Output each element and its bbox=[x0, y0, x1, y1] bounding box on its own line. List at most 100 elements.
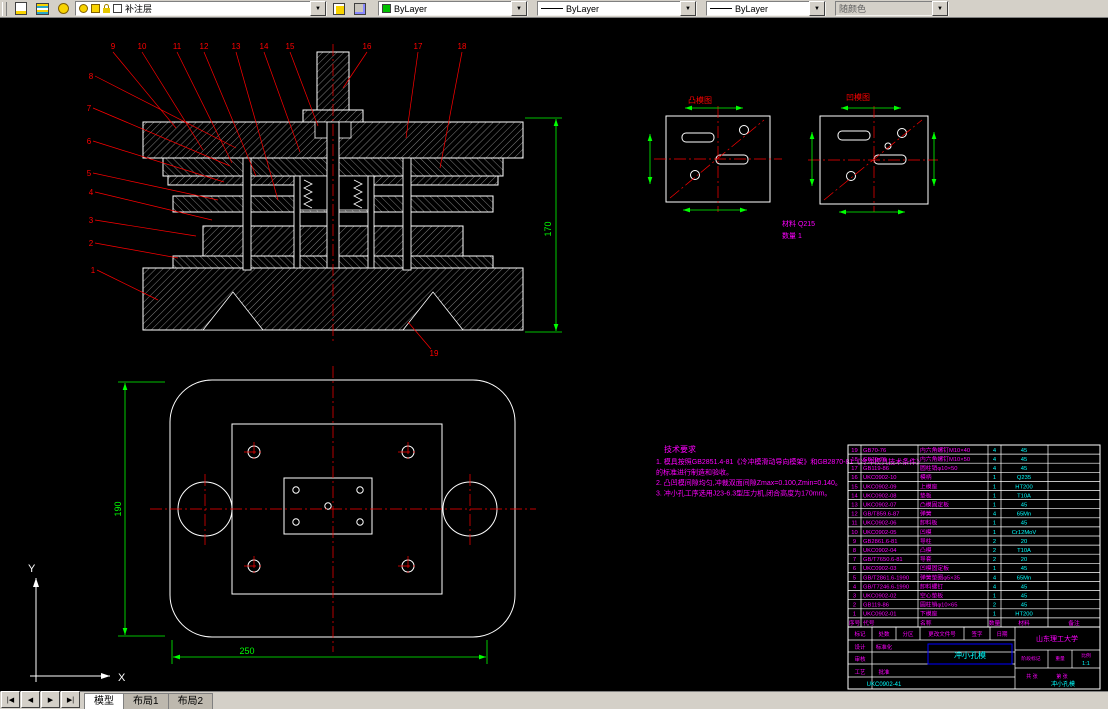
bom-cell: 1 bbox=[993, 594, 996, 600]
bom-cell: 20 bbox=[1021, 557, 1027, 563]
bom-cell: GB119-86 bbox=[863, 466, 889, 472]
layer-sun-button[interactable] bbox=[54, 1, 72, 16]
bom-cell: GB2861.6-81 bbox=[863, 539, 897, 545]
bom-cell: 凹模固定板 bbox=[920, 564, 949, 572]
tb-label: 签字 bbox=[971, 630, 983, 638]
bom-cell: 16 bbox=[851, 475, 857, 481]
ucs-y-label: Y bbox=[28, 563, 36, 575]
bom-cell: 2 bbox=[993, 603, 996, 609]
tab-布局1[interactable]: 布局1 bbox=[123, 693, 169, 709]
chevron-down-icon[interactable]: ▼ bbox=[511, 1, 527, 16]
layer-properties-icon bbox=[15, 2, 27, 15]
ucs-icon: Y X bbox=[28, 563, 126, 684]
bom-cell: 导套 bbox=[920, 555, 932, 563]
bom-cell: 19 bbox=[851, 448, 857, 454]
punch bbox=[242, 157, 252, 271]
material-note: 材料 Q215 bbox=[782, 219, 815, 228]
lineweight-dropdown[interactable]: ByLayer ▼ bbox=[706, 1, 826, 16]
chevron-down-icon[interactable]: ▼ bbox=[310, 1, 326, 16]
tab-scroll-prev-button[interactable]: ◀ bbox=[21, 691, 40, 708]
drawing-canvas[interactable]: 9 10 11 12 13 14 15 16 17 18 87654321 19 170 凸模图 bbox=[0, 18, 1108, 691]
layer-previous-button[interactable] bbox=[351, 1, 369, 16]
callout-number: 1 bbox=[91, 266, 96, 275]
drawing-number: UKC0902-41 bbox=[867, 682, 902, 688]
layer-color-chip[interactable] bbox=[113, 4, 122, 13]
bom-header-cell: 名称 bbox=[920, 619, 932, 627]
tb-label: 工艺 bbox=[854, 669, 866, 676]
bom-cell: 凸模 bbox=[920, 546, 932, 554]
callout-number: 19 bbox=[430, 349, 439, 358]
dim-text: 250 bbox=[239, 646, 254, 656]
linetype-sample-icon bbox=[541, 8, 563, 9]
bom-cell: 9 bbox=[853, 539, 856, 545]
tab-scroll-next-button[interactable]: ▶ bbox=[41, 691, 60, 708]
layer-lock-icon[interactable] bbox=[103, 3, 110, 13]
bom-cell: 3 bbox=[853, 594, 856, 600]
tb-label: 共 张 bbox=[1026, 673, 1037, 680]
leader-line bbox=[94, 219, 197, 237]
bom-cell: 13 bbox=[851, 503, 857, 509]
bom-cell: 弹簧 bbox=[920, 510, 932, 518]
layer-on-icon[interactable] bbox=[79, 4, 88, 13]
bom-cell: UKC0902-10 bbox=[863, 475, 897, 481]
bom-cell: 凹模 bbox=[920, 528, 932, 536]
bom-cell: 1 bbox=[993, 503, 996, 509]
tab-布局2[interactable]: 布局2 bbox=[167, 693, 214, 709]
make-object-layer-current-button[interactable] bbox=[330, 1, 348, 16]
layer-states-icon bbox=[35, 2, 49, 15]
color-dropdown[interactable]: ByLayer ▼ bbox=[378, 1, 528, 16]
callout-number: 10 bbox=[138, 42, 147, 51]
callout-number: 2 bbox=[89, 239, 94, 248]
chevron-down-icon[interactable]: ▼ bbox=[809, 1, 825, 16]
bom-cell: UKC0902-01 bbox=[863, 612, 897, 618]
color-dropdown-value: ByLayer bbox=[394, 3, 428, 14]
layer-freeze-icon[interactable] bbox=[91, 4, 100, 13]
tab-scroll-last-button[interactable]: ▶| bbox=[61, 691, 80, 708]
tb-label: 阶段标记 bbox=[1021, 655, 1040, 662]
bom-cell: 空心垫板 bbox=[920, 592, 943, 600]
bom-cell: HT200 bbox=[1015, 612, 1032, 618]
callout-number: 7 bbox=[87, 104, 92, 113]
bom-cell: GB70-76 bbox=[863, 448, 886, 454]
detail-view-die: 凹模图 bbox=[808, 92, 938, 215]
layer-dropdown-value: 补注层 bbox=[125, 4, 153, 14]
callout-number: 3 bbox=[89, 216, 94, 225]
ucs-x-label: X bbox=[118, 672, 126, 684]
tab-模型[interactable]: 模型 bbox=[84, 693, 124, 709]
bom-cell: 内六角螺钉M10×50 bbox=[920, 455, 970, 463]
bom-cell: GB/T859.6-87 bbox=[863, 512, 899, 518]
tb-label: 第 张 bbox=[1056, 673, 1067, 680]
punch bbox=[293, 175, 301, 269]
layer-properties-button[interactable] bbox=[12, 1, 30, 16]
bom-cell: 45 bbox=[1021, 448, 1027, 454]
dim-assembly-height: 170 bbox=[525, 117, 562, 333]
bom-cell: Cr12MoV bbox=[1012, 530, 1037, 536]
bom-cell: 2 bbox=[993, 557, 996, 563]
bom-cell: UKC0902-04 bbox=[863, 548, 897, 554]
bom-cell: 12 bbox=[851, 512, 857, 518]
tb-label: 分区 bbox=[902, 630, 914, 638]
tab-scroll-first-button[interactable]: |◀ bbox=[1, 691, 20, 708]
layer-previous-icon bbox=[354, 2, 366, 15]
layer-states-button[interactable] bbox=[33, 1, 51, 16]
layer-dropdown[interactable]: 补注层 ▼ bbox=[75, 1, 327, 16]
chevron-down-icon[interactable]: ▼ bbox=[680, 1, 696, 16]
toolbar-grip[interactable] bbox=[2, 1, 7, 16]
bom-cell: GB/T7650.6-81 bbox=[863, 557, 903, 563]
bom-cell: 15 bbox=[851, 484, 857, 490]
lineweight-dropdown-value: ByLayer bbox=[735, 3, 769, 14]
tb-label: 标准化 bbox=[876, 643, 893, 651]
linetype-dropdown[interactable]: ByLayer ▼ bbox=[537, 1, 697, 16]
tb-label: 日期 bbox=[996, 631, 1008, 638]
bom-cell: 45 bbox=[1021, 466, 1027, 472]
detail-title: 凹模图 bbox=[846, 92, 870, 102]
bom-cell: 1 bbox=[993, 530, 996, 536]
callout-number: 18 bbox=[458, 42, 467, 51]
bom-cell: 4 bbox=[993, 457, 997, 463]
bom-cell: GB119-86 bbox=[863, 603, 889, 609]
bom-cell: 4 bbox=[993, 584, 997, 590]
scale-value: 1:1 bbox=[1082, 661, 1090, 667]
detail-view-punch: 凸模图 bbox=[647, 95, 782, 213]
bom-cell: 7 bbox=[853, 557, 856, 563]
cad-drawing: 9 10 11 12 13 14 15 16 17 18 87654321 19 170 凸模图 bbox=[28, 42, 1101, 690]
